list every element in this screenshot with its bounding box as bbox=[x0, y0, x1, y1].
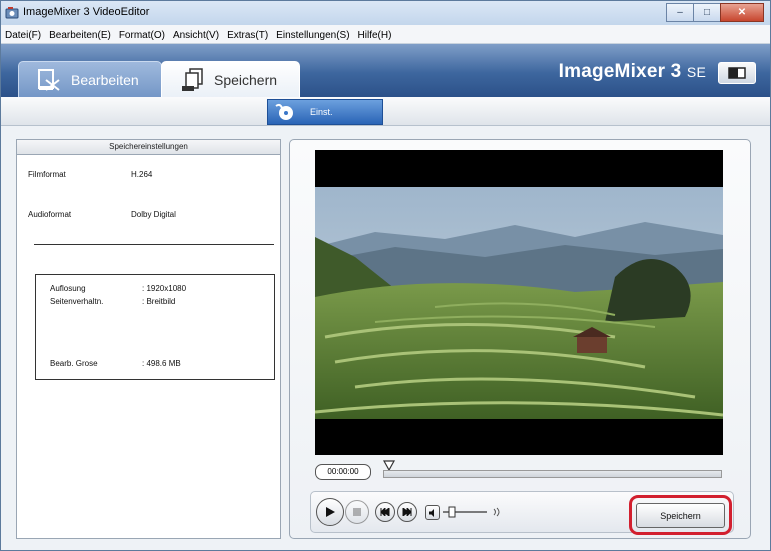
panel-icon bbox=[728, 67, 746, 79]
film-format-label: Filmformat bbox=[28, 170, 66, 179]
window-controls: – □ ✕ bbox=[666, 3, 764, 22]
speaker-icon bbox=[428, 508, 434, 517]
tab-edit[interactable]: Bearbeiten bbox=[18, 61, 162, 98]
edit-film-icon bbox=[38, 69, 60, 91]
video-preview[interactable] bbox=[315, 150, 723, 455]
maximize-button[interactable]: □ bbox=[693, 3, 721, 22]
save-disc-icon bbox=[182, 68, 203, 91]
play-icon bbox=[326, 507, 335, 517]
title-bar: ImageMixer 3 VideoEditor – □ ✕ bbox=[1, 1, 770, 25]
close-button[interactable]: ✕ bbox=[720, 3, 764, 22]
mode-header: Bearbeiten Speichern ImageMixer 3 SE bbox=[1, 44, 770, 98]
app-icon bbox=[5, 7, 19, 19]
mute-button[interactable] bbox=[425, 505, 440, 520]
resolution-label: Auflosung bbox=[50, 284, 86, 293]
tab-edit-label: Bearbeiten bbox=[71, 72, 139, 88]
skip-forward-icon bbox=[402, 508, 412, 516]
maximize-icon: □ bbox=[703, 7, 711, 18]
menu-bar: Datei(F) Bearbeiten(E) Format(O) Ansicht(V)… bbox=[1, 25, 770, 44]
aspect-ratio-label: Seitenverhaltn. bbox=[50, 297, 104, 306]
settings-divider bbox=[34, 244, 274, 245]
stop-icon bbox=[353, 508, 361, 516]
tab-save[interactable]: Speichern bbox=[161, 61, 300, 98]
app-window: ImageMixer 3 VideoEditor – □ ✕ Datei(F) B… bbox=[0, 0, 771, 551]
brand-name: ImageMixer 3 bbox=[558, 61, 682, 82]
timecode-display: 00:00:00 bbox=[315, 464, 371, 480]
audio-format-label: Audioformat bbox=[28, 210, 72, 219]
menu-format[interactable]: Format(O) bbox=[115, 27, 169, 41]
save-button[interactable]: Speichern bbox=[636, 503, 725, 528]
brand-edition: SE bbox=[686, 64, 706, 80]
next-button[interactable] bbox=[397, 502, 417, 522]
sub-toolbar: Einst. bbox=[1, 97, 770, 126]
menu-file[interactable]: Datei(F) bbox=[1, 27, 45, 41]
menu-view[interactable]: Ansicht(V) bbox=[169, 27, 223, 41]
close-icon: ✕ bbox=[737, 7, 747, 18]
video-frame-landscape bbox=[315, 187, 723, 419]
settings-button[interactable]: Einst. bbox=[267, 99, 383, 125]
settings-disc-icon bbox=[275, 103, 293, 120]
edit-size-label: Bearb. Grose bbox=[50, 359, 98, 368]
settings-button-label: Einst. bbox=[310, 107, 333, 117]
volume-slider[interactable] bbox=[441, 504, 489, 520]
skip-back-icon bbox=[380, 508, 390, 516]
menu-extras[interactable]: Extras(T) bbox=[223, 27, 272, 41]
view-mode-button[interactable] bbox=[718, 62, 756, 84]
window-title: ImageMixer 3 VideoEditor bbox=[23, 6, 150, 18]
audio-format-value: Dolby Digital bbox=[131, 210, 176, 219]
previous-button[interactable] bbox=[375, 502, 395, 522]
preview-panel: 00:00:00 Speichern bbox=[289, 139, 751, 539]
save-settings-panel: Speichereinstellungen Filmformat H.264 A… bbox=[16, 139, 281, 539]
resolution-value: : 1920x1080 bbox=[142, 284, 187, 293]
settings-panel-header: Speichereinstellungen bbox=[17, 140, 280, 155]
menu-help[interactable]: Hilfe(H) bbox=[354, 27, 396, 41]
play-button[interactable] bbox=[316, 498, 344, 526]
minimize-button[interactable]: – bbox=[666, 3, 694, 22]
film-format-value: H.264 bbox=[131, 170, 153, 179]
minimize-icon: – bbox=[677, 7, 683, 18]
aspect-ratio-value: : Breitbild bbox=[142, 297, 176, 306]
video-info-box: Auflosung : 1920x1080 Seitenverhaltn. : … bbox=[35, 274, 275, 380]
menu-edit[interactable]: Bearbeiten(E) bbox=[45, 27, 115, 41]
timeline-scrubber[interactable] bbox=[383, 470, 722, 478]
volume-waves-icon bbox=[493, 507, 500, 517]
stop-button[interactable] bbox=[345, 500, 369, 524]
tab-save-label: Speichern bbox=[214, 72, 278, 88]
menu-settings[interactable]: Einstellungen(S) bbox=[272, 27, 353, 41]
edit-size-value: : 498.6 MB bbox=[142, 359, 181, 368]
brand-logo: ImageMixer 3 SE bbox=[559, 61, 706, 83]
